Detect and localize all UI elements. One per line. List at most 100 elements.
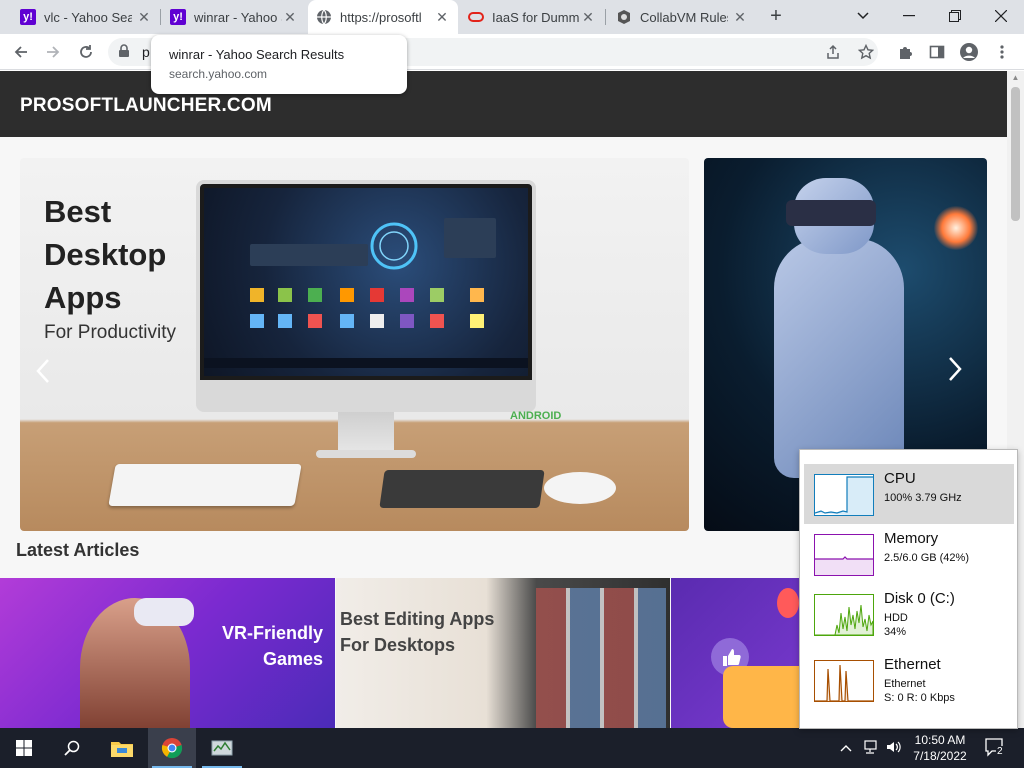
extensions-button[interactable] <box>893 39 919 65</box>
disk-graph <box>814 594 874 636</box>
globe-icon <box>316 9 332 25</box>
reload-icon <box>80 45 92 58</box>
task-manager-icon <box>211 740 233 756</box>
clock-time: 10:50 AM <box>914 733 966 747</box>
perf-item-name: Disk 0 (C:) <box>884 590 955 607</box>
reload-button[interactable] <box>73 39 99 65</box>
avatar-icon <box>960 43 978 61</box>
windows-taskbar: 10:50 AM 7/18/2022 2 <box>0 728 1024 768</box>
tab-hover-tooltip: winrar - Yahoo Search Results search.yah… <box>151 35 407 94</box>
chrome-icon <box>161 738 183 759</box>
back-button[interactable] <box>8 39 34 65</box>
close-icon[interactable]: ✕ <box>136 9 152 25</box>
task-manager-taskbar-button[interactable] <box>198 728 246 768</box>
forward-button[interactable] <box>40 39 66 65</box>
memory-graph <box>814 534 874 576</box>
chevron-down-icon <box>857 12 869 20</box>
more-vert-icon <box>1000 45 1004 59</box>
perf-item-disk[interactable]: Disk 0 (C:) HDD 34% <box>804 584 1014 644</box>
action-center-button[interactable]: 2 <box>984 737 1008 759</box>
tab-vlc-yahoo[interactable]: y! vlc - Yahoo Sear ✕ <box>12 0 160 34</box>
perf-item-detail: 100% 3.79 GHz <box>884 492 962 504</box>
ethernet-graph <box>814 660 874 702</box>
lock-icon[interactable] <box>118 44 134 60</box>
chevron-right-icon <box>949 357 962 381</box>
new-tab-button[interactable]: + <box>764 5 788 29</box>
carousel-next-button[interactable] <box>948 356 962 389</box>
tab-strip: y! vlc - Yahoo Sear ✕ y! winrar - Yahoo … <box>0 0 1024 34</box>
cpu-graph <box>814 474 874 516</box>
drawing-tablet-image <box>379 470 545 508</box>
android-screen-image <box>204 188 528 376</box>
perf-item-detail: HDD <box>884 612 908 624</box>
close-window-button[interactable] <box>978 0 1024 32</box>
file-explorer-button[interactable] <box>98 728 146 768</box>
chevron-up-icon[interactable] <box>838 740 854 756</box>
scroll-up-arrow-icon[interactable]: ▲ <box>1007 71 1024 85</box>
tooltip-domain: search.yahoo.com <box>169 67 268 81</box>
app-grid-graphic <box>204 218 528 368</box>
tab-separator <box>160 9 161 25</box>
vr-headset-image <box>134 598 194 626</box>
tab-title: https://prosoftl <box>340 9 422 25</box>
scroll-thumb[interactable] <box>1011 87 1020 221</box>
article-card-vr-games[interactable]: VR-Friendly Games <box>0 578 335 728</box>
bookmark-button[interactable] <box>853 39 879 65</box>
close-icon[interactable]: ✕ <box>732 9 748 25</box>
star-icon <box>858 44 874 60</box>
perf-item-ethernet[interactable]: Ethernet Ethernet S: 0 R: 0 Kbps <box>804 650 1014 710</box>
robot-image <box>774 238 904 478</box>
tab-title: IaaS for Dumm <box>492 9 580 25</box>
share-icon <box>827 44 839 59</box>
close-icon <box>995 10 1007 22</box>
hero-title: Best Desktop Apps <box>44 194 167 315</box>
hero-slide[interactable]: Best Desktop Apps For Productivity ANDRO… <box>20 158 689 531</box>
site-logo[interactable]: PROSOFTLAUNCHER.COM <box>20 95 272 117</box>
chevron-left-icon <box>36 359 49 383</box>
section-title: Latest Articles <box>16 540 140 560</box>
menu-button[interactable] <box>989 39 1015 65</box>
share-button[interactable] <box>820 39 846 65</box>
restore-button[interactable] <box>932 0 978 32</box>
minimize-button[interactable] <box>886 0 932 32</box>
monitor-image: ANDROID <box>196 180 561 422</box>
side-panel-button[interactable] <box>924 39 950 65</box>
perf-item-memory[interactable]: Memory 2.5/6.0 GB (42%) <box>804 524 1014 584</box>
puzzle-icon <box>900 47 912 59</box>
monitor-base <box>316 450 416 458</box>
restore-icon <box>949 10 961 22</box>
arrow-right-icon <box>47 46 60 58</box>
network-icon[interactable] <box>862 740 878 756</box>
perf-item-detail-2: 34% <box>884 626 907 638</box>
windows-logo-icon <box>16 740 32 756</box>
search-button[interactable] <box>48 728 96 768</box>
perf-item-cpu[interactable]: CPU 100% 3.79 GHz <box>804 464 1014 524</box>
article-card-editing-apps[interactable]: Best Editing Apps For Desktops <box>336 578 670 728</box>
profile-button[interactable] <box>956 39 982 65</box>
start-button[interactable] <box>0 728 48 768</box>
url-text[interactable]: p <box>142 44 150 60</box>
chrome-taskbar-button[interactable] <box>148 728 196 768</box>
photo-editor-image <box>536 588 666 728</box>
system-clock[interactable]: 10:50 AM 7/18/2022 <box>900 732 980 764</box>
article-title: Best Editing Apps For Desktops <box>340 609 495 655</box>
perf-item-detail-2: S: 0 R: 0 Kbps <box>884 692 955 704</box>
clock-date: 7/18/2022 <box>913 749 967 763</box>
tab-prosoftlauncher[interactable]: https://prosoftl ✕ <box>308 0 458 34</box>
collabvm-icon <box>616 9 632 25</box>
carousel-prev-button[interactable] <box>36 358 50 391</box>
tab-search-button[interactable] <box>840 0 886 32</box>
tab-collabvm-rules[interactable]: CollabVM Rules ✕ <box>608 0 756 34</box>
keyboard-image <box>108 464 302 506</box>
tab-title: winrar - Yahoo S <box>194 9 282 25</box>
tab-separator <box>605 9 606 25</box>
article-title: VR-Friendly Games <box>221 623 323 669</box>
tab-iaas-dummies[interactable]: IaaS for Dumm ✕ <box>460 0 604 34</box>
close-icon[interactable]: ✕ <box>434 9 450 25</box>
close-icon[interactable]: ✕ <box>580 9 596 25</box>
close-icon[interactable]: ✕ <box>282 9 298 25</box>
balloon-image <box>777 588 799 618</box>
perf-item-detail: 2.5/6.0 GB (42%) <box>884 552 969 564</box>
tab-winrar-yahoo[interactable]: y! winrar - Yahoo S ✕ <box>162 0 306 34</box>
tooltip-title: winrar - Yahoo Search Results <box>169 47 345 62</box>
